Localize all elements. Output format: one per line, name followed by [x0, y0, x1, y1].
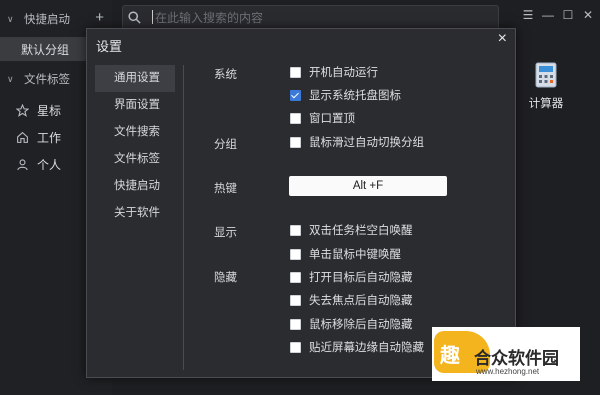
option-hover-switch-group[interactable]: 鼠标滑过自动切换分组: [290, 134, 424, 150]
option-label: 打开目标后自动隐藏: [309, 272, 413, 284]
checkbox[interactable]: [290, 224, 301, 236]
section-label-hide: 隐藏: [214, 272, 237, 284]
checkbox[interactable]: [290, 318, 301, 330]
section-label-display: 显示: [214, 227, 237, 239]
option-hide-at-edge[interactable]: 贴近屏幕边缘自动隐藏: [290, 339, 424, 355]
checkbox[interactable]: [290, 341, 301, 353]
nav-item-quick-launch[interactable]: 快捷启动: [95, 173, 175, 200]
checkbox[interactable]: [290, 112, 301, 124]
group-header-label: 文件标签: [24, 74, 70, 86]
option-label: 单击鼠标中键唤醒: [309, 249, 401, 261]
option-hide-on-blur[interactable]: 失去焦点后自动隐藏: [290, 292, 413, 308]
home-icon: [17, 131, 28, 143]
option-auto-start[interactable]: 开机自动运行: [290, 64, 378, 80]
settings-nav: 通用设置 界面设置 文件搜索 文件标签 快捷启动 关于软件: [95, 65, 175, 227]
app-tile-label: 计算器: [528, 98, 564, 110]
option-middle-click[interactable]: 单击鼠标中键唤醒: [290, 246, 401, 262]
option-label: 鼠标移除后自动隐藏: [309, 319, 413, 331]
app-tile-calculator[interactable]: 计算器: [516, 62, 576, 111]
chevron-down-icon: ∨: [7, 73, 14, 84]
option-tray-icon[interactable]: 显示系统托盘图标: [290, 87, 401, 103]
option-dblclick-taskbar[interactable]: 双击任务栏空白唤醒: [290, 222, 413, 238]
option-label: 失去焦点后自动隐藏: [309, 295, 413, 307]
option-hide-after-open[interactable]: 打开目标后自动隐藏: [290, 269, 413, 285]
checkbox[interactable]: [290, 66, 301, 78]
dialog-close-button[interactable]: ×: [498, 30, 507, 48]
search-input[interactable]: [153, 8, 477, 27]
watermark-logo: 趣 合众软件园 www.hezhong.net: [432, 327, 580, 381]
option-label: 鼠标滑过自动切换分组: [309, 137, 424, 149]
nav-item-file-tags[interactable]: 文件标签: [95, 146, 175, 173]
option-always-on-top[interactable]: 窗口置顶: [290, 110, 355, 126]
nav-item-general[interactable]: 通用设置: [95, 65, 175, 92]
calculator-icon: [535, 62, 557, 88]
checkbox[interactable]: [290, 294, 301, 306]
chevron-down-icon: ∨: [7, 13, 14, 24]
section-label-system: 系统: [214, 69, 237, 81]
sidebar-item-label: 默认分组: [21, 42, 70, 57]
search-icon: [128, 11, 141, 24]
checkbox[interactable]: [290, 89, 301, 101]
dialog-title: 设置: [96, 39, 123, 54]
option-hide-on-mouse-leave[interactable]: 鼠标移除后自动隐藏: [290, 316, 413, 332]
section-label-group: 分组: [214, 139, 237, 151]
close-window-button[interactable]: ✕: [580, 7, 596, 23]
nav-item-file-search[interactable]: 文件搜索: [95, 119, 175, 146]
checkbox[interactable]: [290, 271, 301, 283]
option-label: 显示系统托盘图标: [309, 90, 401, 102]
section-label-hotkey: 热键: [214, 183, 237, 195]
sidebar-item-label: 星标: [37, 103, 62, 118]
sidebar-item-label: 个人: [37, 157, 62, 172]
option-label: 贴近屏幕边缘自动隐藏: [309, 342, 424, 354]
sidebar-item-label: 工作: [37, 130, 62, 145]
settings-dialog: 设置 × 通用设置 界面设置 文件搜索 文件标签 快捷启动 关于软件 系统 分组…: [86, 28, 516, 378]
search-box[interactable]: [122, 5, 499, 30]
option-label: 窗口置顶: [309, 113, 355, 125]
add-group-button[interactable]: +: [95, 10, 104, 26]
watermark-badge-text: 趣: [440, 345, 460, 367]
maximize-button[interactable]: ☐: [560, 7, 576, 23]
star-icon: [16, 103, 29, 117]
checkbox[interactable]: [290, 248, 301, 260]
menu-button[interactable]: ☰: [520, 7, 536, 23]
hotkey-field[interactable]: Alt +F: [289, 176, 447, 196]
divider: [183, 65, 184, 370]
option-label: 开机自动运行: [309, 67, 378, 79]
minimize-button[interactable]: —: [540, 7, 556, 23]
person-icon: [17, 158, 28, 170]
watermark-text: 合众软件园: [474, 349, 559, 368]
checkbox[interactable]: [290, 136, 301, 148]
watermark-url: www.hezhong.net: [476, 367, 540, 376]
group-header-label: 快捷启动: [24, 14, 70, 26]
nav-item-about[interactable]: 关于软件: [95, 200, 175, 227]
nav-item-interface[interactable]: 界面设置: [95, 92, 175, 119]
option-label: 双击任务栏空白唤醒: [309, 225, 413, 237]
